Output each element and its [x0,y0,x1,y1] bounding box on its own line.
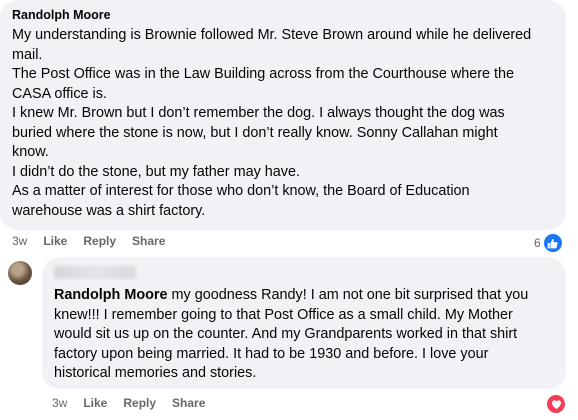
reaction-summary[interactable] [546,394,566,414]
avatar[interactable] [8,261,32,285]
like-button[interactable]: Like [83,396,107,410]
reply-bubble: Randolph Moore my goodness Randy! I am n… [42,257,566,389]
heart-icon [546,394,566,414]
comment-text-line: factory upon being married. It had to be… [54,345,489,362]
reaction-count: 6 [534,236,541,250]
comment-text-line: Randolph Moore my goodness Randy! I am n… [54,286,554,306]
comment-text-line: knew!!! I remember going to that Post Of… [54,306,513,323]
reply-button[interactable]: Reply [123,396,156,410]
comment-text-line: CASA office is. [12,85,107,102]
comment-timestamp[interactable]: 3w [12,234,27,248]
comment-text-line: As a matter of interest for those who do… [12,183,470,199]
reply-button[interactable]: Reply [83,234,116,248]
comment-text-line: My understanding is Brownie followed Mr.… [12,27,532,43]
comment-text-line: buried where the stone is now, but I don… [12,124,498,141]
like-icon [542,233,563,253]
comment-text-line: know. [12,144,49,160]
redacted-author-name[interactable] [54,266,136,279]
comment-actions: 3w Like Reply Share [12,234,181,248]
mention-link[interactable]: Randolph Moore [54,287,168,303]
comment-bubble: Randolph Moore My understanding is Brown… [0,0,566,230]
share-button[interactable]: Share [172,396,205,410]
comment-text-line: mail. [12,46,43,63]
reply-actions: 3w Like Reply Share [52,396,221,410]
reaction-summary[interactable]: 6 [534,233,563,253]
comment-text-line: warehouse was a shirt factory. [12,202,206,219]
comment-text-line: would sit us up on the counter. And my G… [54,326,518,342]
comment-author[interactable]: Randolph Moore [12,7,554,23]
comment-text-fragment: my goodness Randy! I am not one bit surp… [167,287,529,303]
share-button[interactable]: Share [132,234,165,248]
like-button[interactable]: Like [43,234,67,248]
comment-text-line: I didn’t do the stone, but my father may… [12,163,300,180]
comment-text-line: The Post Office was in the Law Building … [12,66,515,82]
reply-timestamp[interactable]: 3w [52,396,67,410]
comment-text-line: I knew Mr. Brown but I don’t remember th… [12,105,505,121]
comment-text-line: historical memories and stories. [54,365,257,381]
